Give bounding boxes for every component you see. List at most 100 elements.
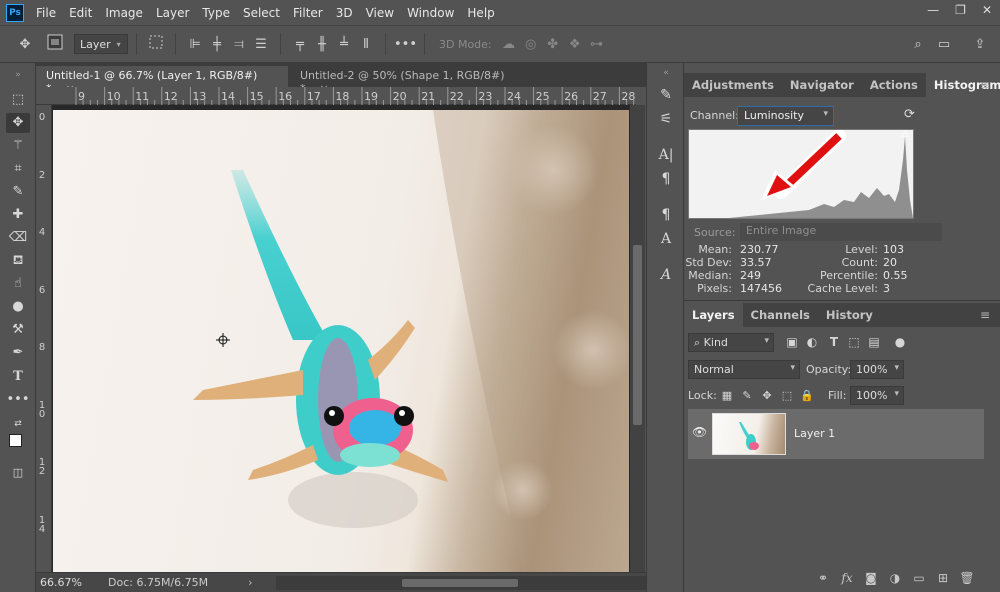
lock-artboard-icon[interactable]: ⬚ [780,389,794,402]
marquee-tool-icon[interactable]: ⬚ [6,90,30,110]
menu-type[interactable]: Type [202,6,230,20]
filter-pixel-icon[interactable]: ▣ [784,335,800,349]
restore-button[interactable]: ❐ [955,3,966,17]
new-layer-icon[interactable]: ⊞ [934,571,952,585]
mask-icon[interactable]: ◙ [862,571,880,585]
trash-icon[interactable]: 🗑 [958,571,976,585]
smudge-tool-icon[interactable]: ☝ [6,274,30,294]
align-bottom-icon[interactable]: ╧ [333,37,355,52]
eraser-tool-icon[interactable]: ⌫ [6,228,30,248]
move-tool-icon[interactable]: ✥ [6,113,30,133]
menu-layer[interactable]: Layer [156,6,189,20]
brush-settings-icon[interactable]: ✎ [656,85,676,105]
panel-menu-icon[interactable]: ≡ [980,78,990,92]
paragraph-styles-icon[interactable]: ¶ [656,205,676,225]
layer-thumbnail[interactable] [712,413,786,455]
collapse-icon[interactable]: » [6,65,30,85]
tab-untitled-1[interactable]: Untitled-1 @ 66.7% (Layer 1, RGB/8#) *× [36,66,288,95]
transform-controls-icon[interactable] [145,35,167,53]
eyedropper-tool-icon[interactable]: ✒ [6,343,30,363]
menu-file[interactable]: File [36,6,56,20]
align-left-icon[interactable]: ⊫ [184,37,206,52]
cache-warning-icon[interactable]: ⚠ [901,129,910,140]
slide-icon[interactable]: ❖ [564,37,586,52]
auto-select-icon[interactable] [44,34,66,54]
filter-toggle-icon[interactable]: ● [892,335,908,349]
refresh-icon[interactable]: ⟳ [904,107,915,122]
type-tool-icon[interactable]: T [6,367,30,387]
horizontal-scroll-thumb[interactable] [402,579,518,587]
crop-tool-icon[interactable]: ⌗ [6,159,30,179]
lock-all-icon[interactable]: 🔒 [800,389,814,402]
layer-row[interactable]: 👁 Layer 1 [688,409,984,459]
menu-select[interactable]: Select [243,6,280,20]
filter-kind-dropdown[interactable]: ⌕ Kind ▾ [688,333,774,352]
blend-mode-dropdown[interactable]: Normal ▾ [688,360,800,379]
menu-edit[interactable]: Edit [69,6,92,20]
filter-smart-object-icon[interactable]: ▤ [866,335,882,349]
tab-navigator[interactable]: Navigator [782,73,862,97]
close-window-button[interactable]: ✕ [982,3,992,17]
menu-filter[interactable]: Filter [293,6,323,20]
panel-menu-icon[interactable]: ≡ [980,308,990,322]
gecko-photo[interactable] [53,110,629,572]
source-dropdown[interactable]: Entire Image [740,223,942,241]
vertical-scrollbar[interactable] [630,105,645,572]
quick-mask-icon[interactable]: ◫ [6,463,30,483]
tab-untitled-2[interactable]: Untitled-2 @ 50% (Shape 1, RGB/8#) *× [290,66,528,95]
adjustment-icon[interactable]: ◑ [886,571,904,585]
group-icon[interactable]: ▭ [910,571,928,585]
color-swatches[interactable] [6,431,30,453]
fx-icon[interactable]: fx [838,571,856,585]
workspace-icon[interactable]: ▭ [933,37,955,52]
status-menu-arrow[interactable]: › [248,576,252,589]
minimize-button[interactable]: — [927,3,939,17]
filter-type-icon[interactable]: T [826,335,842,349]
filter-shape-icon[interactable]: ⬚ [846,335,862,349]
character-icon[interactable]: A| [656,145,676,165]
roll-icon[interactable]: ◎ [520,37,542,52]
search-icon[interactable]: ⌕ [907,37,929,52]
tab-history[interactable]: History [818,303,881,327]
distribute-icon[interactable]: ☰ [250,37,272,52]
filter-adjustment-icon[interactable]: ◐ [804,335,820,349]
align-center-icon[interactable]: ╪ [206,37,228,52]
healing-tool-icon[interactable]: ✚ [6,205,30,225]
dodge-tool-icon[interactable]: ● [6,297,30,317]
align-right-icon[interactable]: ⫤ [228,37,250,52]
vertical-scroll-thumb[interactable] [633,245,642,425]
paint-bucket-tool-icon[interactable]: ⛾ [6,251,30,271]
channel-dropdown[interactable]: Luminosity ▾ [737,106,834,126]
collapse-dock-icon[interactable]: « [656,63,676,83]
link-icon[interactable]: ⚭ [814,571,832,585]
opacity-field[interactable]: 100% ▾ [850,360,904,379]
lock-position-icon[interactable]: ✥ [760,389,774,402]
canvas-area[interactable] [52,105,630,572]
layer-name[interactable]: Layer 1 [794,427,835,440]
zoom-level[interactable]: 66.67% [36,576,100,589]
pan-icon[interactable]: ✤ [542,37,564,52]
lock-image-icon[interactable]: ✎ [740,389,754,402]
share-icon[interactable]: ⇪ [969,37,991,52]
distribute-vertical-icon[interactable]: ⦀ [355,37,377,52]
brush-presets-icon[interactable]: ⚟ [656,109,676,129]
lock-transparent-icon[interactable]: ▦ [720,389,734,402]
tab-adjustments[interactable]: Adjustments [684,73,782,97]
scale-icon[interactable]: ⊶ [586,37,608,52]
magic-wand-tool-icon[interactable]: ⚚ [6,136,30,156]
more-options-icon[interactable]: ••• [394,37,417,52]
menu-view[interactable]: View [366,6,394,20]
tab-layers[interactable]: Layers [684,303,743,327]
menu-3d[interactable]: 3D [336,6,353,20]
tab-channels[interactable]: Channels [743,303,818,327]
clone-stamp-tool-icon[interactable]: ⚒ [6,320,30,340]
move-icon[interactable]: ✥ [14,37,36,52]
align-top-icon[interactable]: ╤ [289,37,311,52]
more-tools-icon[interactable]: ••• [6,390,30,410]
menu-image[interactable]: Image [105,6,143,20]
tab-actions[interactable]: Actions [862,73,926,97]
auto-select-target-dropdown[interactable]: Layer ▾ [74,34,128,54]
brush-tool-icon[interactable]: ✎ [6,182,30,202]
eye-icon[interactable]: 👁 [692,425,707,439]
fill-field[interactable]: 100% ▾ [850,386,904,405]
